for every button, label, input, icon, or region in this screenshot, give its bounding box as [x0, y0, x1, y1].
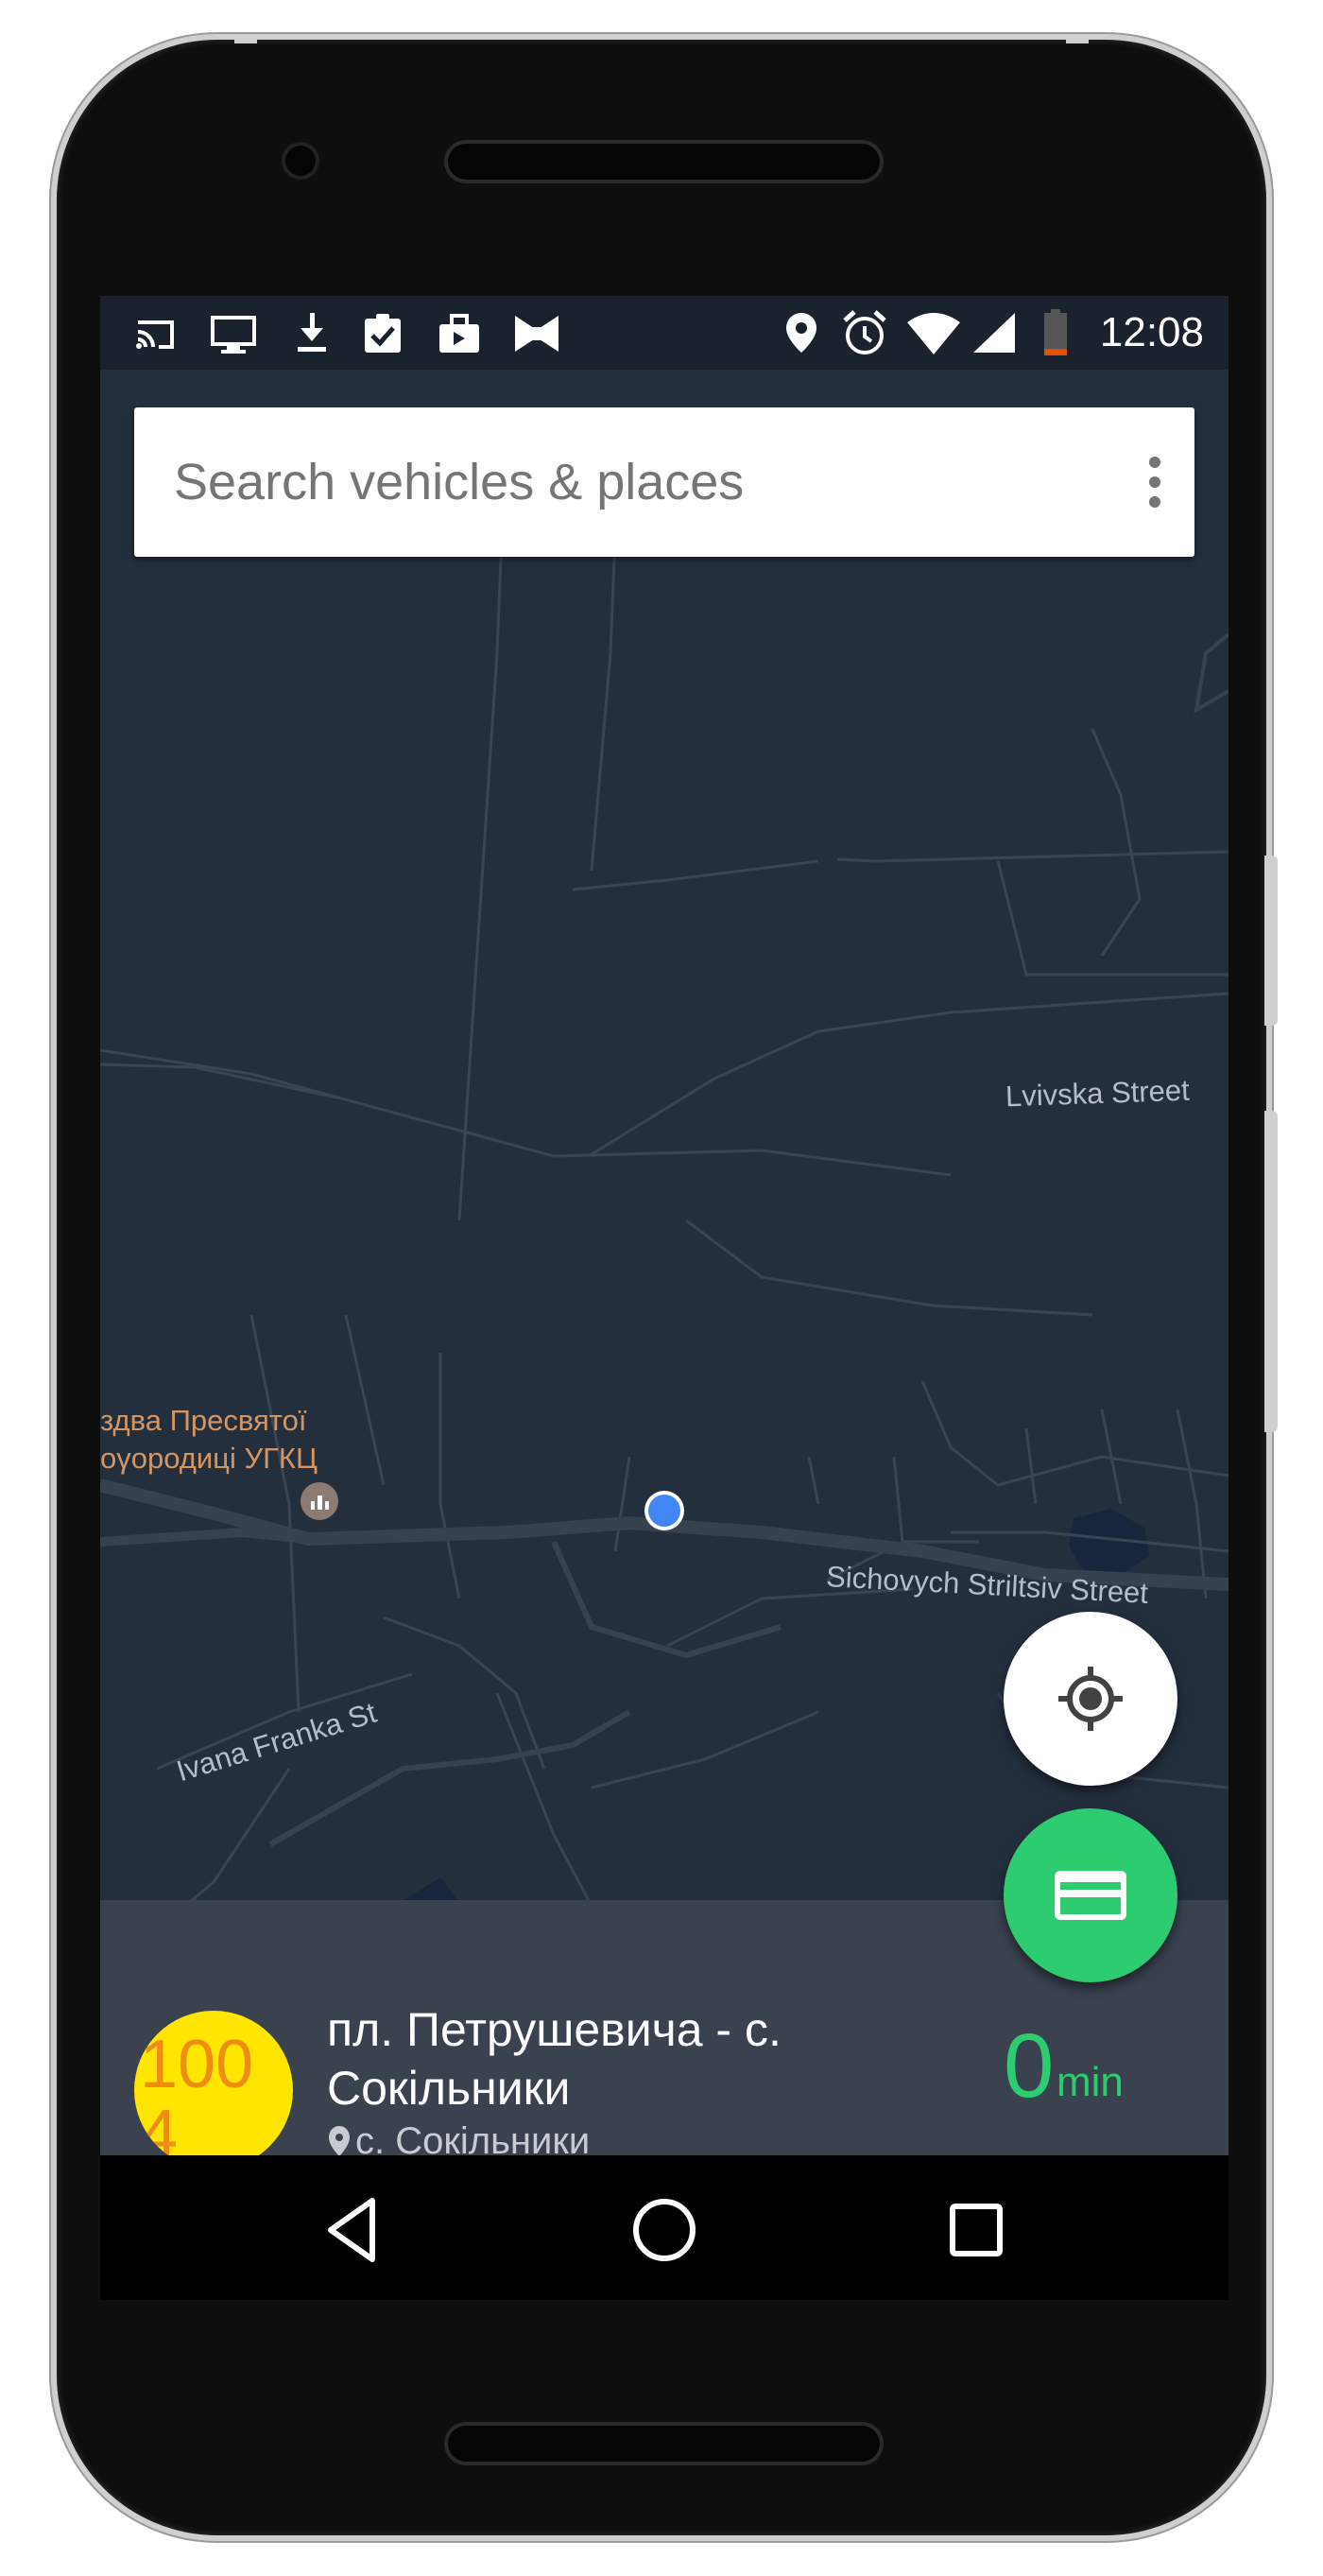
search-bar[interactable] — [134, 407, 1194, 557]
status-time: 12:08 — [1099, 309, 1204, 355]
power-button — [1264, 856, 1278, 1026]
location-icon — [786, 313, 816, 353]
bowtie-icon — [515, 316, 558, 352]
system-nav-bar — [100, 2155, 1228, 2300]
alarm-icon — [843, 310, 886, 354]
phone-edge-detail — [234, 36, 257, 43]
credit-card-icon — [1055, 1871, 1126, 1920]
church-icon[interactable] — [299, 1480, 340, 1522]
gps-fixed-icon — [1058, 1667, 1123, 1731]
eta-value: 0 — [1004, 2015, 1055, 2117]
status-bar: 12:08 — [100, 296, 1228, 370]
my-location-button[interactable] — [1004, 1612, 1177, 1786]
signal-icon — [973, 313, 1015, 353]
clipboard-check-icon — [365, 314, 401, 353]
location-pin-icon — [329, 2126, 350, 2156]
poi-label-church-line1: здва Пресвятої — [100, 1404, 307, 1437]
bottom-speaker — [444, 2422, 884, 2465]
route-title: пл. Петрушевича - с. Сокільники — [327, 2003, 782, 2115]
battery-low-icon — [1044, 309, 1067, 355]
download-icon — [298, 313, 326, 352]
more-vert-icon[interactable] — [1126, 445, 1183, 519]
route-badge: 1004 — [134, 2011, 293, 2170]
recents-square-icon[interactable] — [934, 2187, 1019, 2273]
search-input[interactable] — [163, 445, 1036, 519]
payment-button[interactable] — [1004, 1808, 1177, 1982]
back-triangle-icon[interactable] — [310, 2187, 395, 2273]
street-label-lvivska: Lvivska Street — [1005, 1073, 1191, 1114]
volume-button — [1264, 1111, 1278, 1432]
work-icon — [439, 314, 479, 353]
route-number: 1004 — [140, 2027, 254, 2170]
wifi-icon — [907, 313, 960, 354]
top-speaker — [444, 140, 884, 183]
desktop-icon — [211, 316, 256, 354]
eta-unit: min — [1057, 2059, 1124, 2105]
cast-icon — [136, 320, 174, 349]
home-circle-icon[interactable] — [622, 2187, 707, 2273]
phone-edge-detail — [1066, 36, 1089, 43]
phone-screen: Lvivska Street Sichovych Striltsiv Stree… — [100, 296, 1228, 2300]
front-camera — [282, 142, 319, 180]
my-location-dot-icon — [643, 1489, 686, 1532]
poi-label-church-line2: ογородиці УГКЦ — [100, 1442, 318, 1475]
